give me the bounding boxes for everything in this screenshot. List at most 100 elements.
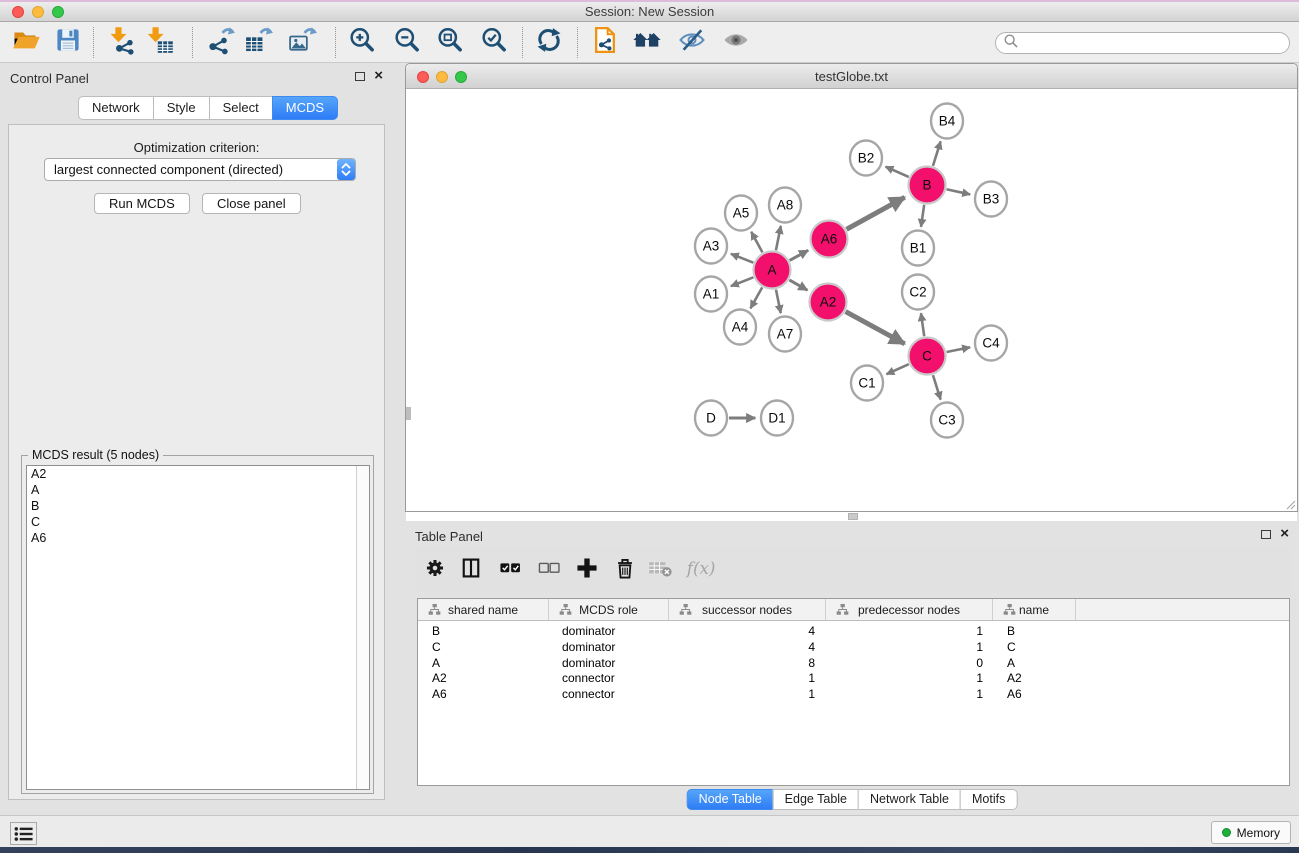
graph-edge-A-A4[interactable]: [750, 287, 762, 308]
close-window-button[interactable]: [12, 6, 24, 18]
mcds-result-item[interactable]: A: [27, 482, 369, 498]
table-cell[interactable]: B: [418, 623, 550, 639]
horizontal-scrollbar[interactable]: [406, 512, 1297, 521]
table-cell[interactable]: A: [418, 655, 550, 671]
save-session-button[interactable]: [51, 25, 85, 59]
run-mcds-button[interactable]: Run MCDS: [94, 193, 190, 214]
column-header-successor-nodes[interactable]: successor nodes: [669, 599, 826, 620]
graph-node-A2[interactable]: A2: [810, 284, 847, 321]
graph-edge-A-A5[interactable]: [751, 232, 762, 253]
table-cell[interactable]: 4: [671, 639, 829, 655]
graph-edge-B-B3[interactable]: [947, 189, 971, 194]
mcds-result-list[interactable]: A2ABCA6: [26, 465, 370, 790]
delete-row-button[interactable]: [610, 555, 640, 585]
column-header-name[interactable]: name: [993, 599, 1076, 620]
graph-edge-A-A7[interactable]: [776, 290, 781, 313]
table-cell[interactable]: 1: [671, 670, 829, 686]
network-window-titlebar[interactable]: testGlobe.txt: [406, 64, 1297, 89]
table-row-A[interactable]: Adominator80A: [418, 655, 1289, 671]
new-network-from-selection-button[interactable]: [588, 25, 622, 59]
graph-edge-A-A3[interactable]: [731, 254, 754, 263]
graph-node-A5[interactable]: A5: [725, 196, 757, 231]
table-cell[interactable]: A2: [418, 670, 550, 686]
float-table-panel-icon[interactable]: [1261, 530, 1271, 539]
unselect-all-button[interactable]: [534, 555, 564, 585]
column-header-predecessor-nodes[interactable]: predecessor nodes: [826, 599, 993, 620]
export-network-button[interactable]: [203, 25, 237, 59]
tab-network[interactable]: Network: [78, 96, 154, 120]
table-cell[interactable]: C: [997, 639, 1081, 655]
vertical-scrollbar-thumb[interactable]: [406, 407, 411, 420]
mcds-result-item[interactable]: A6: [27, 530, 369, 546]
graph-edge-B-B2[interactable]: [886, 167, 909, 177]
graph-node-B2[interactable]: B2: [850, 141, 882, 176]
table-cell[interactable]: 8: [671, 655, 829, 671]
maximize-network-window-button[interactable]: [455, 71, 467, 83]
table-cell[interactable]: A6: [418, 686, 550, 702]
table-cell[interactable]: 1: [829, 686, 997, 702]
column-header-mcds-role[interactable]: MCDS role: [549, 599, 669, 620]
table-cell[interactable]: A6: [997, 686, 1081, 702]
graph-node-A8[interactable]: A8: [769, 188, 801, 223]
graph-node-C1[interactable]: C1: [851, 366, 883, 401]
table-cell[interactable]: C: [418, 639, 550, 655]
table-cell[interactable]: dominator: [550, 639, 671, 655]
table-cell[interactable]: 1: [671, 686, 829, 702]
search-field[interactable]: [995, 32, 1290, 54]
table-cell[interactable]: 1: [829, 623, 997, 639]
close-table-panel-icon[interactable]: ×: [1280, 529, 1289, 539]
table-cell[interactable]: dominator: [550, 623, 671, 639]
refresh-layout-button[interactable]: [532, 25, 566, 59]
zoom-in-button[interactable]: [345, 25, 379, 59]
graph-edge-C-C2[interactable]: [921, 313, 924, 336]
first-neighbors-button[interactable]: [630, 25, 664, 59]
tab-select[interactable]: Select: [209, 96, 273, 120]
tab-motifs[interactable]: Motifs: [960, 789, 1017, 810]
mcds-result-item[interactable]: B: [27, 498, 369, 514]
table-cell[interactable]: 0: [829, 655, 997, 671]
graph-node-B3[interactable]: B3: [975, 182, 1007, 217]
close-panel-icon[interactable]: ×: [374, 71, 383, 81]
graph-node-A1[interactable]: A1: [695, 277, 727, 312]
import-table-button[interactable]: [143, 25, 177, 59]
graph-edge-C-C4[interactable]: [947, 347, 970, 352]
tab-mcds[interactable]: MCDS: [272, 96, 338, 120]
mcds-result-item[interactable]: C: [27, 514, 369, 530]
graph-node-B[interactable]: B: [909, 167, 946, 204]
graph-node-A4[interactable]: A4: [724, 310, 756, 345]
graph-edge-A-A1[interactable]: [731, 277, 754, 286]
table-cell[interactable]: A2: [997, 670, 1081, 686]
graph-edge-A6-B[interactable]: [847, 197, 905, 229]
result-list-scrollbar[interactable]: [356, 466, 369, 789]
network-canvas[interactable]: B4B2BB3A8A5A6A3B1AA1C2A2A4A7C4CC1C3DD1: [406, 90, 1297, 512]
graph-edge-A-A8[interactable]: [776, 226, 781, 250]
table-cell[interactable]: connector: [550, 670, 671, 686]
minimize-network-window-button[interactable]: [436, 71, 448, 83]
graph-node-B4[interactable]: B4: [931, 104, 963, 139]
hide-selected-button[interactable]: [675, 25, 709, 59]
graph-node-C2[interactable]: C2: [902, 275, 934, 310]
show-columns-button[interactable]: [456, 555, 486, 585]
graph-edge-B-B4[interactable]: [933, 141, 941, 166]
table-row-B[interactable]: Bdominator41B: [418, 623, 1289, 639]
table-row-A2[interactable]: A2connector11A2: [418, 670, 1289, 686]
graph-edge-B-B1[interactable]: [921, 205, 924, 227]
select-all-button[interactable]: [495, 555, 525, 585]
graph-node-A3[interactable]: A3: [695, 229, 727, 264]
export-table-button[interactable]: [241, 25, 275, 59]
add-row-button[interactable]: [572, 555, 602, 585]
table-cell[interactable]: 1: [829, 670, 997, 686]
import-network-button[interactable]: [105, 25, 139, 59]
table-row-A6[interactable]: A6connector11A6: [418, 686, 1289, 702]
graph-node-B1[interactable]: B1: [902, 231, 934, 266]
table-cell[interactable]: B: [997, 623, 1081, 639]
memory-button[interactable]: Memory: [1211, 821, 1291, 844]
graph-edge-C-C1[interactable]: [886, 364, 908, 374]
graph-node-A7[interactable]: A7: [769, 317, 801, 352]
panel-menu-button[interactable]: [10, 822, 37, 845]
graph-node-D[interactable]: D: [695, 401, 727, 436]
tab-node-table[interactable]: Node Table: [687, 789, 774, 810]
table-cell[interactable]: 4: [671, 623, 829, 639]
mcds-result-item[interactable]: A2: [27, 466, 369, 482]
graph-node-C[interactable]: C: [909, 338, 946, 375]
